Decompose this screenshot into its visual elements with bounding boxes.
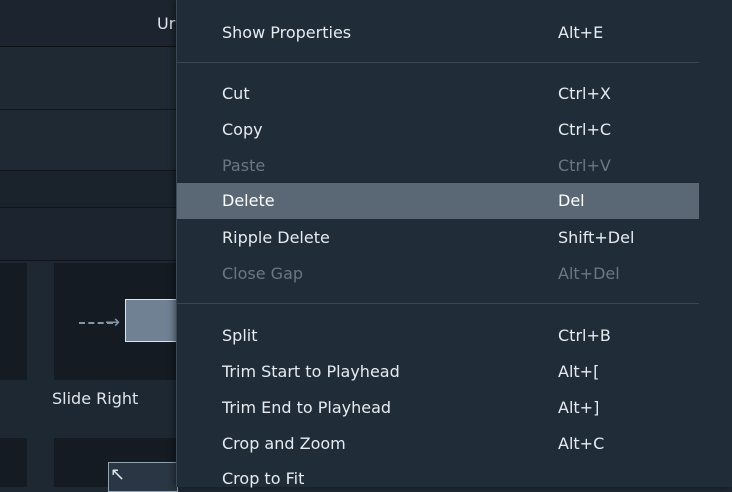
panel-row xyxy=(0,208,180,261)
menu-item-copy[interactable]: Copy Ctrl+C xyxy=(177,112,699,148)
menu-item-label: Crop to Fit xyxy=(222,469,305,488)
panel-row xyxy=(0,110,180,171)
menu-item-shortcut: Alt+] xyxy=(558,398,600,417)
context-menu: Show Properties Alt+E Cut Ctrl+X Copy Ct… xyxy=(176,0,732,488)
menu-item-shortcut: Ctrl+B xyxy=(558,326,611,345)
menu-item-label: Ripple Delete xyxy=(222,228,330,247)
resize-diagonal-icon: ↖ xyxy=(110,464,126,485)
menu-item-shortcut: Alt+[ xyxy=(558,362,600,381)
arrow-right-icon: → xyxy=(105,312,121,333)
menu-item-shortcut: Shift+Del xyxy=(558,228,635,247)
menu-item-close-gap: Close Gap Alt+Del xyxy=(177,256,699,292)
menu-item-shortcut: Ctrl+C xyxy=(558,120,612,139)
menu-item-paste: Paste Ctrl+V xyxy=(177,148,699,184)
menu-item-label: Close Gap xyxy=(222,264,304,283)
menu-item-label: Delete xyxy=(222,191,275,210)
transition-tile[interactable] xyxy=(0,438,27,487)
menu-item-label: Trim Start to Playhead xyxy=(222,362,400,381)
menu-item-trim-start[interactable]: Trim Start to Playhead Alt+[ xyxy=(177,354,699,390)
tile-label: Slide Right xyxy=(52,389,139,408)
menu-item-shortcut: Del xyxy=(558,191,585,210)
menu-item-label: Paste xyxy=(222,156,266,175)
menu-item-shortcut: Alt+E xyxy=(558,23,604,42)
menu-item-split[interactable]: Split Ctrl+B xyxy=(177,318,699,354)
menu-item-label: Trim End to Playhead xyxy=(222,398,392,417)
menu-item-crop-to-fit[interactable]: Crop to Fit xyxy=(177,451,699,488)
panel-row xyxy=(0,171,180,208)
menu-item-label: Copy xyxy=(222,120,263,139)
menu-item-label: Cut xyxy=(222,84,250,103)
menu-separator xyxy=(177,62,699,63)
menu-item-shortcut: Ctrl+X xyxy=(558,84,611,103)
menu-item-show-properties[interactable]: Show Properties Alt+E xyxy=(177,15,699,51)
menu-item-label: Split xyxy=(222,326,258,345)
menu-item-label: Show Properties xyxy=(222,23,352,42)
top-title: Ur xyxy=(157,14,176,33)
menu-item-ripple-delete[interactable]: Ripple Delete Shift+Del xyxy=(177,220,699,256)
menu-separator xyxy=(177,303,699,304)
menu-item-cut[interactable]: Cut Ctrl+X xyxy=(177,76,699,112)
transition-tile[interactable] xyxy=(0,263,27,380)
menu-item-trim-end[interactable]: Trim End to Playhead Alt+] xyxy=(177,390,699,426)
panel-row xyxy=(0,47,180,110)
menu-item-shortcut: Ctrl+V xyxy=(558,156,611,175)
menu-item-delete[interactable]: Delete Del xyxy=(177,183,699,219)
menu-item-shortcut: Alt+Del xyxy=(558,264,620,283)
